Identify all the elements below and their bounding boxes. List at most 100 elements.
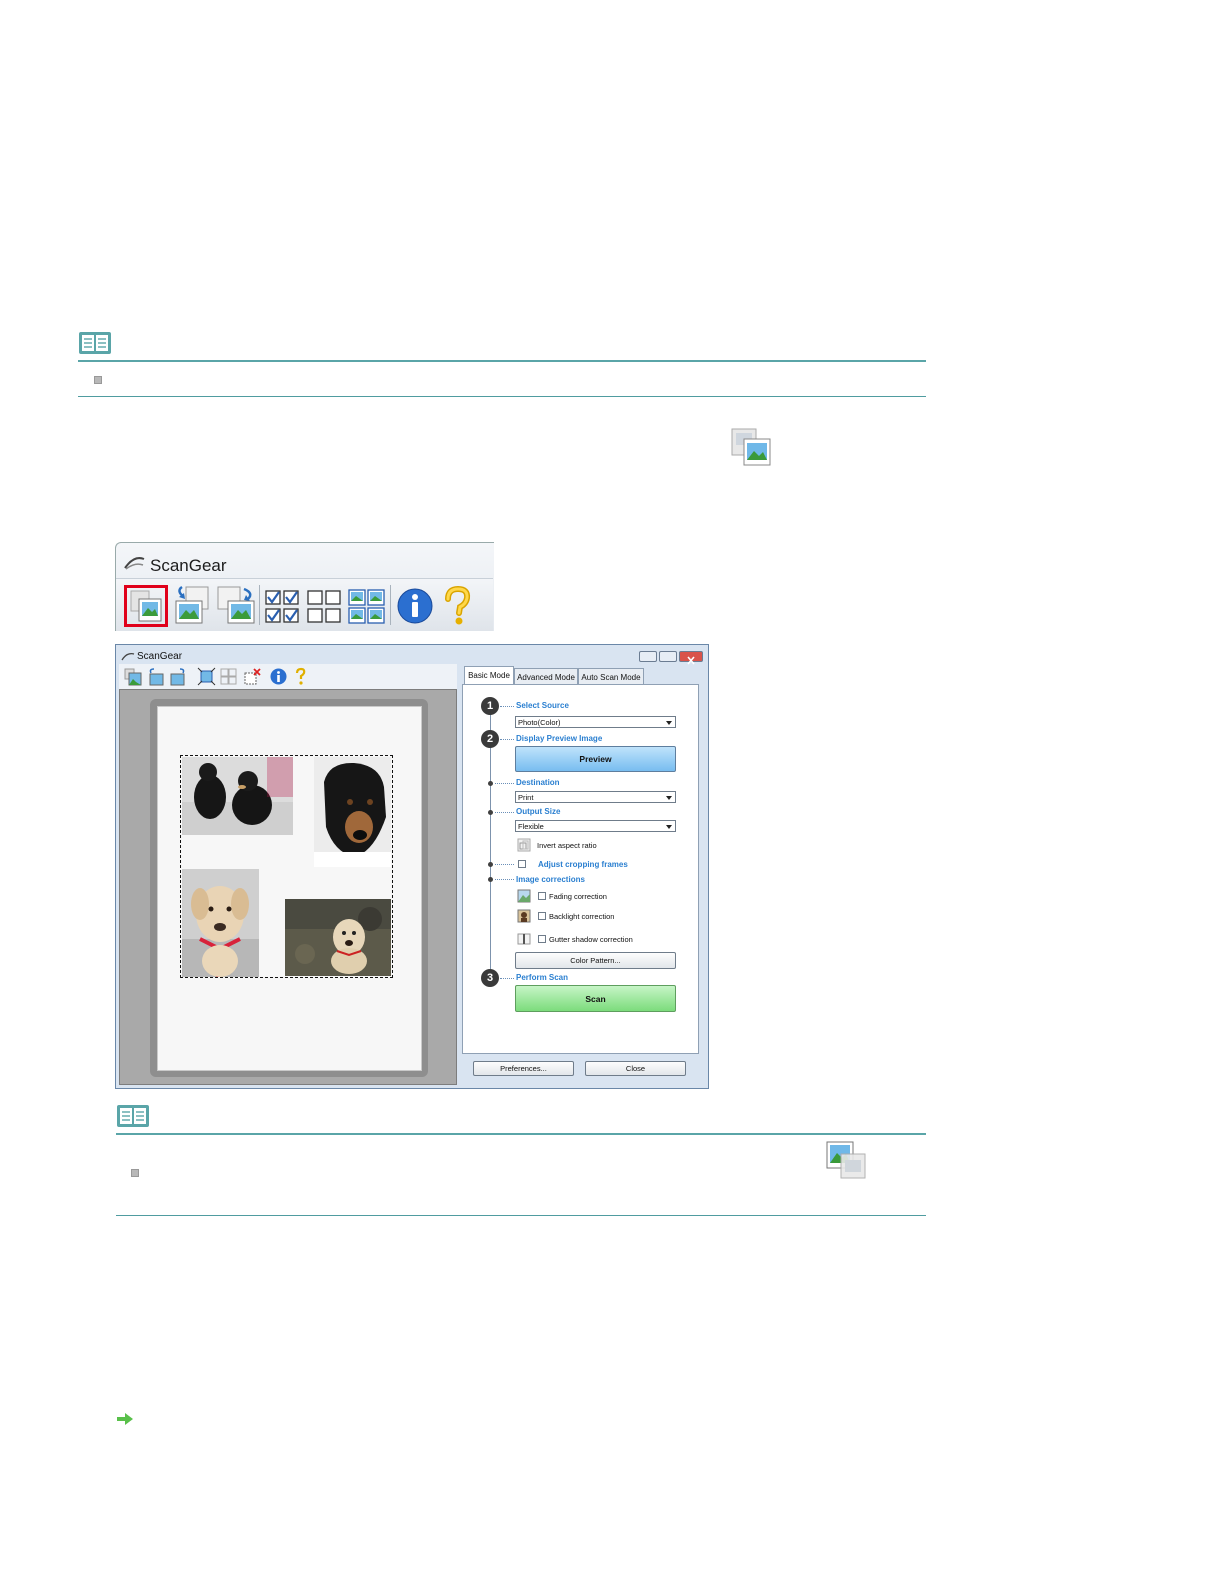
backlight-correction-checkbox[interactable] [538, 912, 546, 920]
select-source-label: Select Source [516, 701, 569, 710]
auto-crop-button[interactable] [197, 667, 216, 686]
multi-crop-icon [124, 668, 142, 686]
check-all-frames-button[interactable] [263, 585, 303, 627]
output-size-label: Output Size [516, 807, 561, 816]
tab-basic-mode[interactable]: Basic Mode [464, 666, 514, 685]
scangear-logo-icon [121, 652, 135, 661]
tab-auto-scan-mode[interactable]: Auto Scan Mode [578, 668, 644, 685]
rotate-right-button[interactable] [169, 667, 188, 686]
setting-dot [488, 781, 493, 786]
step-2-marker: 2 [481, 730, 499, 748]
note-book-icon [117, 1105, 149, 1127]
window-title: ScanGear [137, 651, 183, 662]
destination-value: Print [518, 793, 534, 802]
step-leader [500, 706, 514, 707]
setting-dot [488, 877, 493, 882]
close-icon [687, 656, 695, 665]
scangear-toolbar [116, 578, 493, 631]
step-leader [495, 879, 514, 880]
select-all-frames-button[interactable] [347, 585, 387, 627]
rotate-left-icon [175, 585, 209, 624]
chevron-down-icon [666, 825, 672, 829]
adjust-cropping-frames-checkbox[interactable] [518, 860, 526, 868]
uncheck-all-icon [307, 590, 341, 623]
green-arrow-icon [117, 1413, 133, 1425]
scangear-logo-icon [124, 557, 145, 570]
multi-crop-icon [130, 590, 162, 622]
select-source-value: Photo(Color) [518, 718, 561, 727]
help-button[interactable] [436, 585, 480, 627]
select-all-frames-button[interactable] [219, 667, 238, 686]
information-button[interactable] [269, 667, 288, 686]
image-corrections-label: Image corrections [516, 875, 585, 884]
destination-label: Destination [516, 778, 560, 787]
output-size-dropdown[interactable]: Flexible [515, 820, 676, 832]
chevron-down-icon [666, 796, 672, 800]
rotate-left-icon [149, 668, 164, 686]
step-1-marker: 1 [481, 697, 499, 715]
rotate-right-icon [217, 586, 255, 624]
scan-button[interactable]: Scan [515, 985, 676, 1012]
gutter-shadow-icon [517, 933, 531, 945]
help-button[interactable] [291, 667, 310, 686]
destination-dropdown[interactable]: Print [515, 791, 676, 803]
step-leader [495, 783, 514, 784]
rotate-left-button[interactable] [172, 585, 216, 627]
preferences-button[interactable]: Preferences... [473, 1061, 574, 1076]
uncheck-all-frames-button[interactable] [305, 585, 345, 627]
display-preview-label: Display Preview Image [516, 734, 603, 743]
setting-dot [488, 810, 493, 815]
select-all-frames-icon [348, 589, 385, 624]
multi-crop-button[interactable] [123, 667, 142, 686]
help-question-icon [295, 667, 306, 685]
step-leader [495, 864, 514, 865]
remove-frame-icon [244, 668, 261, 685]
maximize-button[interactable] [659, 651, 677, 662]
chevron-down-icon [666, 721, 672, 725]
note-top-rule [116, 1133, 926, 1135]
adjust-cropping-frames-label[interactable]: Adjust cropping frames [538, 860, 628, 869]
setting-dot [488, 862, 493, 867]
invert-aspect-ratio-label[interactable]: Invert aspect ratio [537, 841, 597, 850]
whole-image-icon [826, 1141, 866, 1179]
multi-crop-button[interactable] [124, 585, 168, 627]
information-button[interactable] [394, 585, 438, 627]
select-source-dropdown[interactable]: Photo(Color) [515, 716, 676, 728]
gutter-shadow-checkbox[interactable] [538, 935, 546, 943]
toolbar-separator [390, 585, 391, 625]
rotate-right-button[interactable] [214, 585, 258, 627]
toolbar-separator [259, 585, 260, 625]
check-all-icon [265, 590, 299, 623]
minimize-button[interactable] [639, 651, 657, 662]
note-bullet [94, 376, 102, 384]
note-bottom-rule [78, 396, 926, 397]
multi-crop-icon [731, 428, 771, 466]
preview-button[interactable]: Preview [515, 746, 676, 772]
invert-aspect-icon [517, 838, 531, 852]
scangear-toolbar-title: ScanGear [150, 556, 227, 575]
perform-scan-label: Perform Scan [516, 973, 569, 982]
note-bullet [131, 1169, 139, 1177]
fading-correction-checkbox[interactable] [538, 892, 546, 900]
rotate-left-button[interactable] [146, 667, 165, 686]
help-question-icon [445, 585, 471, 625]
close-window-button[interactable] [679, 651, 703, 665]
info-icon [270, 668, 287, 685]
note-top-rule [78, 360, 926, 362]
close-button[interactable]: Close [585, 1061, 686, 1076]
remove-frame-button[interactable] [243, 667, 262, 686]
backlight-correction-icon [517, 909, 531, 923]
color-pattern-button[interactable]: Color Pattern... [515, 952, 676, 969]
info-icon [397, 588, 433, 624]
auto-crop-icon [197, 667, 216, 686]
fading-correction-icon [517, 889, 531, 903]
cropping-frame[interactable] [180, 755, 393, 978]
step-connector-line [490, 712, 491, 977]
backlight-correction-label[interactable]: Backlight correction [549, 912, 614, 921]
mode-tabs: Basic Mode Advanced Mode Auto Scan Mode [462, 666, 702, 685]
gutter-shadow-label[interactable]: Gutter shadow correction [549, 935, 633, 944]
fading-correction-label[interactable]: Fading correction [549, 892, 607, 901]
grid-frames-icon [220, 668, 237, 685]
output-size-value: Flexible [518, 822, 544, 831]
tab-advanced-mode[interactable]: Advanced Mode [514, 668, 578, 685]
